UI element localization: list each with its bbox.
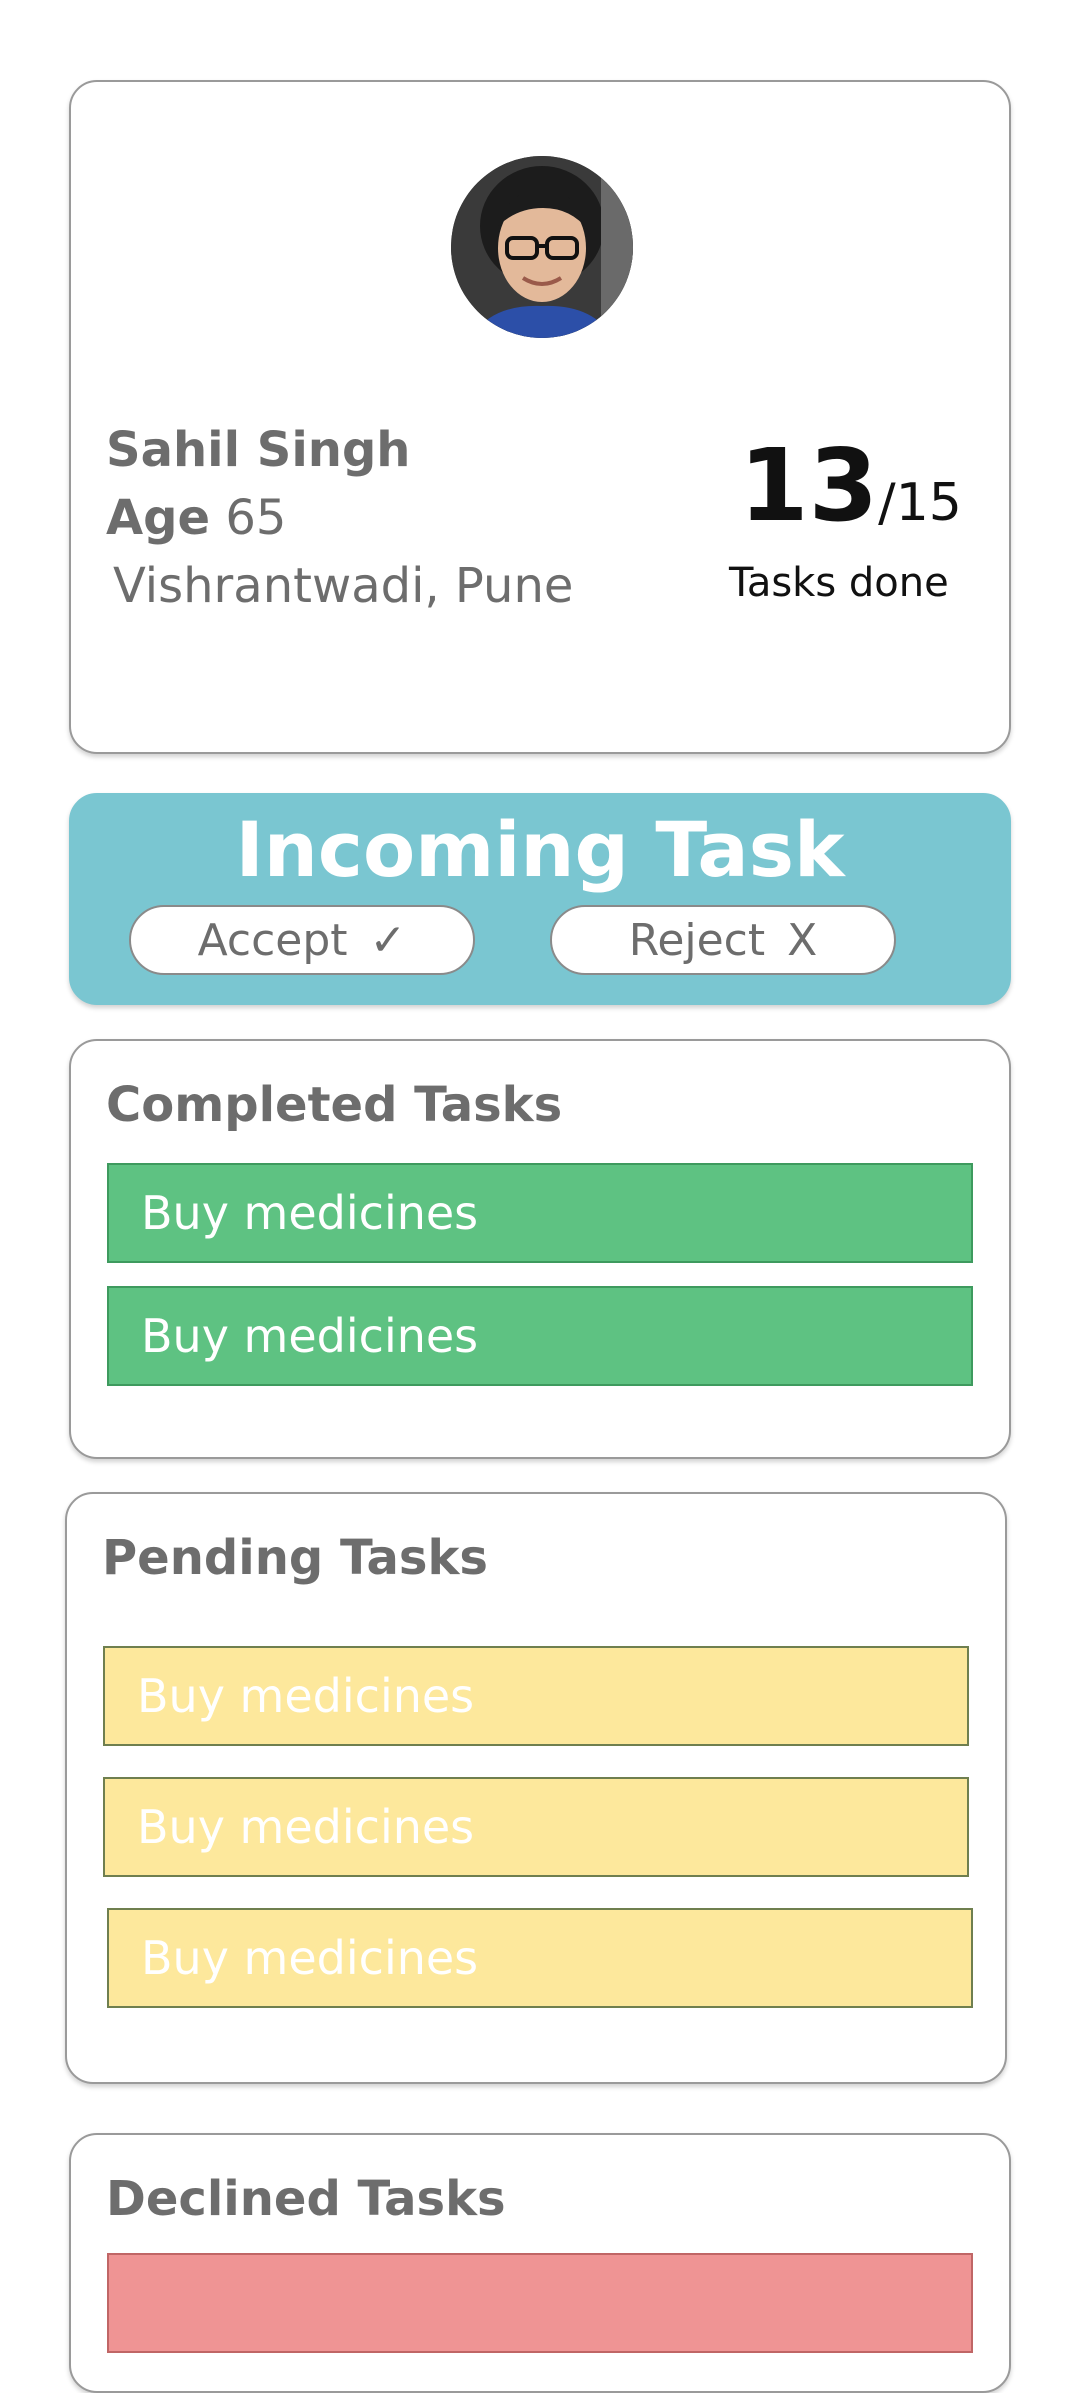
tasks-score: 13/15 — [739, 427, 962, 544]
pending-task-item[interactable]: Buy medicines — [103, 1646, 969, 1746]
completed-tasks-title: Completed Tasks — [106, 1077, 563, 1133]
accept-button[interactable]: Accept ✓ — [129, 905, 475, 975]
completed-task-item[interactable]: Buy medicines — [107, 1163, 973, 1263]
declined-task-item[interactable] — [107, 2253, 973, 2353]
tasks-total: /15 — [878, 473, 962, 533]
completed-tasks-card: Completed Tasks Buy medicines Buy medici… — [69, 1039, 1011, 1459]
avatar[interactable] — [451, 156, 633, 338]
user-location: Vishrantwadi, Pune — [113, 558, 574, 614]
reject-label: Reject — [628, 914, 766, 966]
avatar-photo — [451, 156, 633, 338]
declined-tasks-title: Declined Tasks — [106, 2171, 506, 2227]
incoming-task-card: Incoming Task Accept ✓ Reject X — [69, 793, 1011, 1005]
reject-button[interactable]: Reject X — [550, 905, 896, 975]
age-value: 65 — [225, 490, 287, 546]
pending-tasks-card: Pending Tasks Buy medicines Buy medicine… — [65, 1492, 1007, 2084]
user-name: Sahil Singh — [106, 422, 411, 478]
checkmark-icon: ✓ — [369, 914, 407, 966]
declined-tasks-card: Declined Tasks — [69, 2133, 1011, 2393]
age-row: Age 65 — [106, 490, 286, 546]
completed-task-item[interactable]: Buy medicines — [107, 1286, 973, 1386]
tasks-done-label: Tasks done — [729, 560, 949, 606]
accept-label: Accept — [197, 914, 348, 966]
age-label: Age — [106, 490, 211, 546]
pending-task-item[interactable]: Buy medicines — [103, 1777, 969, 1877]
profile-card: Sahil Singh Age 65 Vishrantwadi, Pune 13… — [69, 80, 1011, 754]
tasks-done-count: 13 — [739, 427, 879, 544]
pending-task-item[interactable]: Buy medicines — [107, 1908, 973, 2008]
pending-tasks-title: Pending Tasks — [102, 1530, 488, 1586]
incoming-task-title: Incoming Task — [235, 805, 845, 894]
close-icon: X — [787, 914, 818, 966]
